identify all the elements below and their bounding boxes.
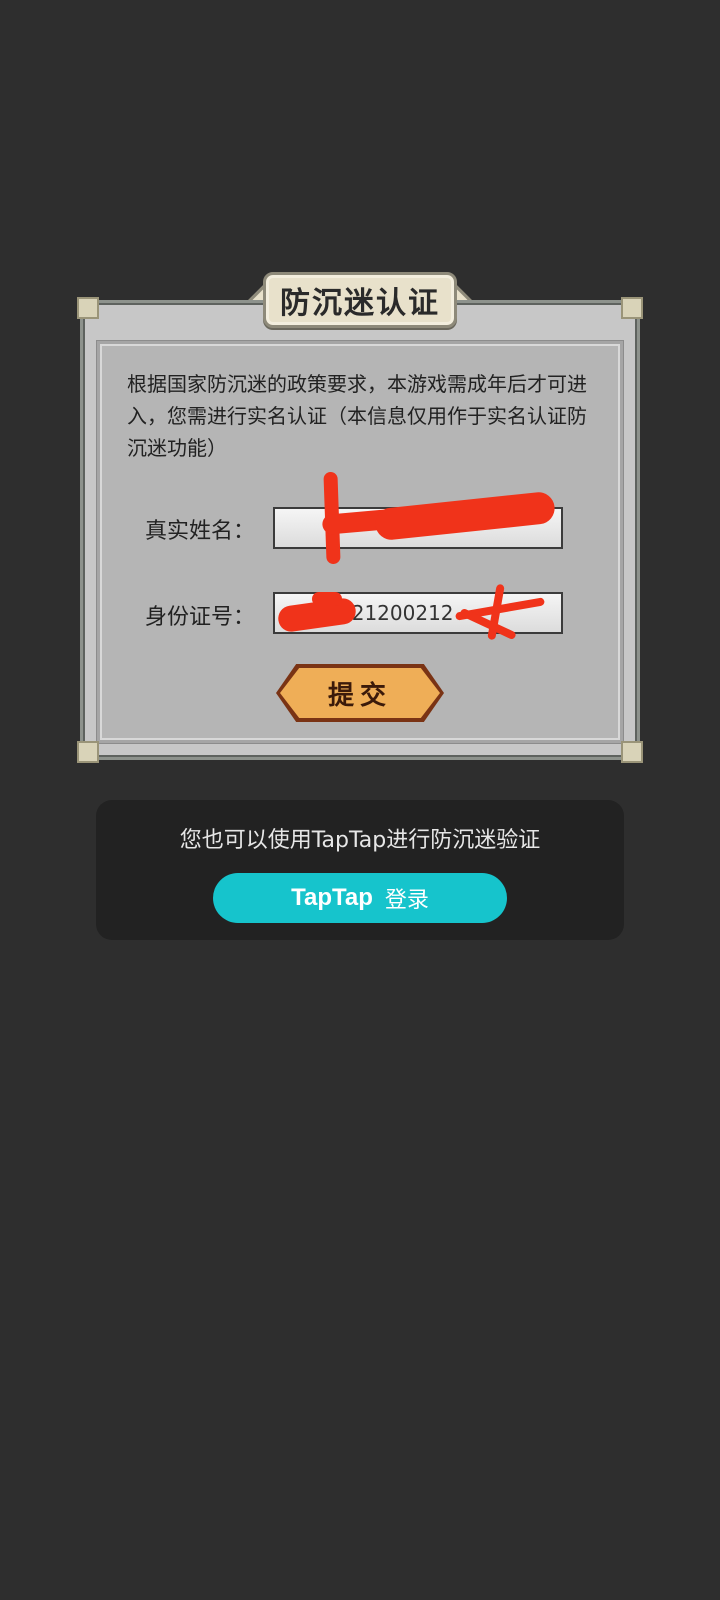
taptap-login-label: 登录 [384, 888, 429, 913]
corner-ornament [77, 741, 99, 763]
id-number-label: 身份证号： [145, 605, 256, 630]
taptap-login-button[interactable]: TapTap 登录 [213, 873, 507, 923]
real-name-label: 真实姓名： [145, 519, 256, 544]
corner-ornament [77, 297, 99, 319]
corner-ornament [621, 297, 643, 319]
policy-notice: 根据国家防沉迷的政策要求，本游戏需成年后才可进入，您需进行实名认证（本信息仅用作… [127, 372, 587, 460]
dialog-title: 防沉迷认证 [280, 286, 440, 321]
corner-ornament [621, 741, 643, 763]
redaction-scribble [312, 592, 342, 606]
submit-button-label: 提交 [327, 680, 392, 711]
taptap-prompt: 您也可以使用TapTap进行防沉迷验证 [179, 828, 541, 853]
taptap-logo: TapTap [291, 884, 373, 911]
dialog-title-plate: 防沉迷认证 [263, 272, 457, 328]
submit-button[interactable]: 提交 [276, 664, 444, 722]
